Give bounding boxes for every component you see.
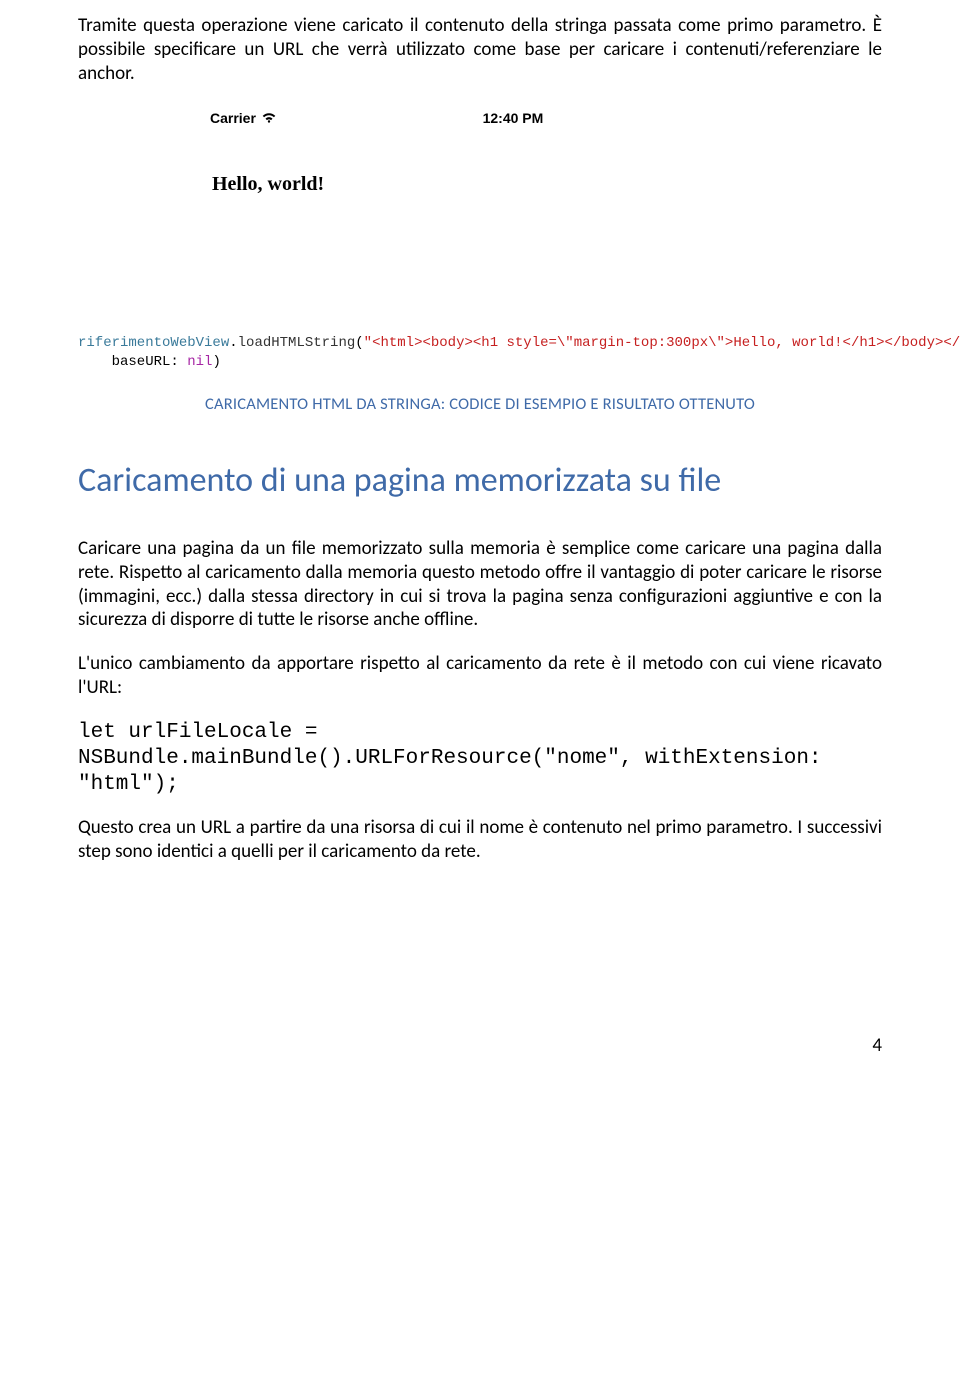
code-method: loadHTMLString bbox=[238, 335, 356, 351]
status-bar: Carrier 12:40 PM bbox=[200, 105, 760, 131]
code-close: ) bbox=[212, 354, 220, 370]
figure-block: Carrier 12:40 PM Hello, world! riferimen… bbox=[78, 105, 882, 414]
page: Tramite questa operazione viene caricato… bbox=[0, 0, 960, 1097]
wifi-icon bbox=[262, 111, 276, 125]
intro-paragraph: Tramite questa operazione viene caricato… bbox=[78, 14, 882, 85]
page-number: 4 bbox=[78, 1034, 882, 1057]
section-heading: Caricamento di una pagina memorizzata su… bbox=[78, 460, 882, 501]
paragraph-2: L'unico cambiamento da apportare rispett… bbox=[78, 652, 882, 700]
code-snippet: riferimentoWebView.loadHTMLString("<html… bbox=[78, 334, 882, 372]
paragraph-1: Caricare una pagina da un file memorizza… bbox=[78, 537, 882, 632]
ios-simulator-screenshot: Carrier 12:40 PM Hello, world! bbox=[200, 105, 760, 330]
code-nil: nil bbox=[187, 354, 212, 370]
carrier-block: Carrier bbox=[210, 110, 276, 126]
code-obj: riferimentoWebView bbox=[78, 335, 229, 351]
status-time: 12:40 PM bbox=[483, 110, 544, 126]
paragraph-3: Questo crea un URL a partire da una riso… bbox=[78, 816, 882, 864]
code-open: ( bbox=[355, 335, 363, 351]
hello-heading: Hello, world! bbox=[212, 173, 748, 196]
code-dot: . bbox=[229, 335, 237, 351]
code-string: "<html><body><h1 style=\"margin-top:300p… bbox=[364, 335, 960, 351]
carrier-label: Carrier bbox=[210, 110, 256, 126]
code-block: let urlFileLocale = NSBundle.mainBundle(… bbox=[78, 720, 882, 799]
webview-body: Hello, world! bbox=[200, 131, 760, 196]
figure-caption: CARICAMENTO HTML DA STRINGA: CODICE DI E… bbox=[78, 394, 882, 414]
